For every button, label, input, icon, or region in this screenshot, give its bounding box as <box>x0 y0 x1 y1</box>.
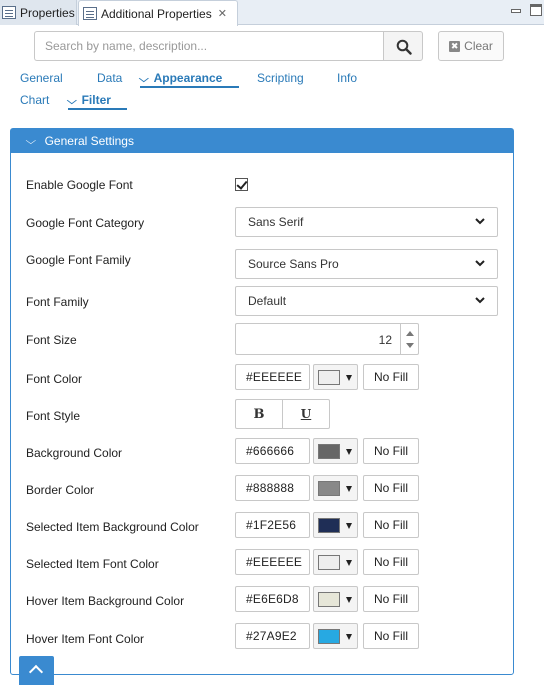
hover-item-font-color-hex-input[interactable]: #27A9E2 <box>235 623 310 649</box>
bold-button[interactable]: B <box>235 399 283 429</box>
color-swatch <box>318 370 340 385</box>
dropdown-caret-icon <box>346 634 352 640</box>
dropdown-caret-icon <box>346 597 352 603</box>
font-color-label: Font Color <box>26 372 83 386</box>
active-tab-underline <box>68 108 127 110</box>
tab-properties-label: Properties <box>20 5 75 20</box>
dropdown-caret-icon <box>346 523 352 529</box>
clear-label: Clear <box>464 39 493 53</box>
google-font-family-value: Source Sans Pro <box>248 257 339 271</box>
dropdown-caret-icon <box>346 449 352 455</box>
maximize-icon[interactable] <box>530 4 542 16</box>
hover-item-background-color-nofill-button[interactable]: No Fill <box>363 586 419 612</box>
active-tab-underline <box>140 86 239 88</box>
border-color-hex-input[interactable]: #888888 <box>235 475 310 501</box>
google-font-category-select[interactable]: Sans Serif <box>235 207 498 237</box>
font-size-stepper[interactable] <box>400 324 418 354</box>
underline-button[interactable]: U <box>282 399 330 429</box>
chevron-down-icon <box>475 218 485 225</box>
tab-filter[interactable]: ⌵ Filter <box>67 92 111 108</box>
tab-chart[interactable]: Chart <box>20 92 49 108</box>
increment-icon[interactable] <box>406 331 414 336</box>
border-color-label: Border Color <box>26 483 95 497</box>
font-color-hex-input[interactable]: #EEEEEE <box>235 364 310 390</box>
dropdown-caret-icon <box>346 375 352 381</box>
enable-google-font-label: Enable Google Font <box>26 178 133 192</box>
search-input[interactable] <box>34 31 384 61</box>
panel-header[interactable]: ⌵ General Settings <box>11 129 513 153</box>
chevron-down-icon: ⌵ <box>25 135 37 147</box>
selected-item-background-color-label: Selected Item Background Color <box>26 520 199 534</box>
selected-item-font-color-nofill-button[interactable]: No Fill <box>363 549 419 575</box>
tab-general[interactable]: General <box>20 70 63 86</box>
tab-scripting[interactable]: Scripting <box>257 70 304 86</box>
background-color-hex-input[interactable]: #666666 <box>235 438 310 464</box>
scroll-to-top-button[interactable] <box>19 656 54 685</box>
selected-item-font-color-hex-input[interactable]: #EEEEEE <box>235 549 310 575</box>
selected-item-font-color-picker[interactable] <box>313 549 358 575</box>
google-font-family-label: Google Font Family <box>26 253 131 267</box>
hover-item-font-color-nofill-button[interactable]: No Fill <box>363 623 419 649</box>
tab-appearance-label: Appearance <box>153 71 223 85</box>
color-swatch <box>318 481 340 496</box>
border-color-picker[interactable] <box>313 475 358 501</box>
tab-appearance[interactable]: ⌵ Appearance <box>139 70 223 86</box>
font-size-label: Font Size <box>26 333 77 347</box>
enable-google-font-checkbox[interactable] <box>235 178 248 191</box>
tab-data[interactable]: Data <box>97 70 122 86</box>
color-swatch <box>318 555 340 570</box>
minimize-icon[interactable] <box>510 4 522 16</box>
color-swatch <box>318 629 340 644</box>
panel-title: General Settings <box>44 134 134 148</box>
properties-icon <box>2 6 16 19</box>
search-icon <box>396 39 412 55</box>
view-tab-strip: Properties Additional Properties ✕ <box>0 0 544 26</box>
border-color-nofill-button[interactable]: No Fill <box>363 475 419 501</box>
hover-item-font-color-label: Hover Item Font Color <box>26 632 145 646</box>
background-color-label: Background Color <box>26 446 123 460</box>
google-font-family-select[interactable]: Source Sans Pro <box>235 249 498 279</box>
selected-item-font-color-label: Selected Item Font Color <box>26 557 159 571</box>
tab-info[interactable]: Info <box>337 70 357 86</box>
dropdown-caret-icon <box>346 486 352 492</box>
dropdown-caret-icon <box>346 560 352 566</box>
hover-item-background-color-label: Hover Item Background Color <box>26 594 185 608</box>
hover-item-font-color-picker[interactable] <box>313 623 358 649</box>
tab-additional-properties[interactable]: Additional Properties ✕ <box>78 0 238 26</box>
font-color-nofill-button[interactable]: No Fill <box>363 364 419 390</box>
selected-item-background-color-picker[interactable] <box>313 512 358 538</box>
hover-item-background-color-picker[interactable] <box>313 586 358 612</box>
decrement-icon[interactable] <box>406 343 414 348</box>
chevron-down-icon <box>475 260 485 267</box>
clear-button[interactable]: ✖ Clear <box>438 31 504 61</box>
color-swatch <box>318 592 340 607</box>
font-size-value: 12 <box>378 333 392 347</box>
tab-properties[interactable]: Properties <box>0 0 77 25</box>
font-style-label: Font Style <box>26 409 81 423</box>
google-font-category-label: Google Font Category <box>26 216 145 230</box>
additional-properties-icon <box>83 7 97 20</box>
color-swatch <box>318 444 340 459</box>
search-button[interactable] <box>383 31 423 61</box>
font-family-value: Default <box>248 294 287 308</box>
chevron-down-icon <box>475 297 485 304</box>
hover-item-background-color-hex-input[interactable]: #E6E6D8 <box>235 586 310 612</box>
tab-filter-label: Filter <box>81 93 111 107</box>
font-color-picker[interactable] <box>313 364 358 390</box>
font-family-select[interactable]: Default <box>235 286 498 316</box>
selected-item-background-color-hex-input[interactable]: #1F2E56 <box>235 512 310 538</box>
font-size-input[interactable]: 12 <box>235 323 419 355</box>
background-color-nofill-button[interactable]: No Fill <box>363 438 419 464</box>
close-tab-icon[interactable]: ✕ <box>218 7 227 20</box>
font-family-label: Font Family <box>26 295 89 309</box>
tab-additional-properties-label: Additional Properties <box>101 6 212 21</box>
color-swatch <box>318 518 340 533</box>
clear-icon: ✖ <box>449 40 461 52</box>
background-color-picker[interactable] <box>313 438 358 464</box>
selected-item-background-color-nofill-button[interactable]: No Fill <box>363 512 419 538</box>
google-font-category-value: Sans Serif <box>248 215 304 229</box>
